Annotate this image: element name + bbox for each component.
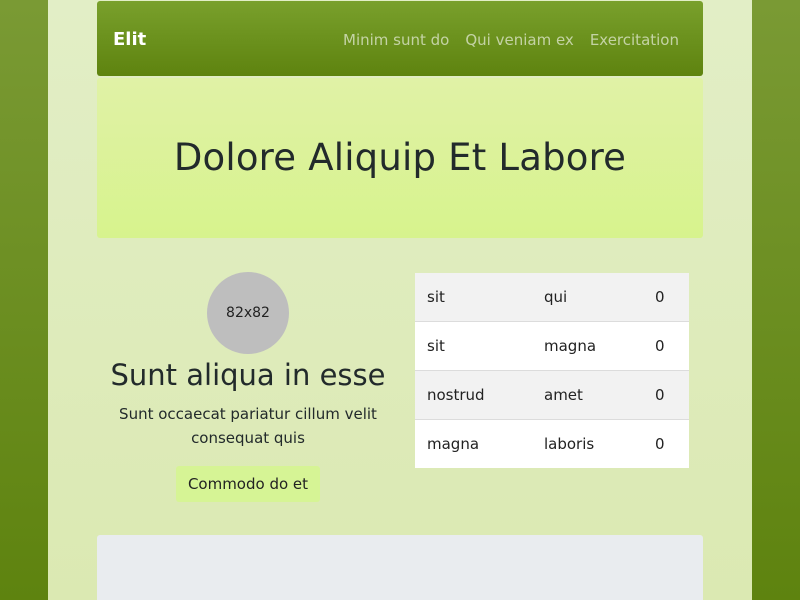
page-container: Elit Minim sunt do Qui veniam ex Exercit… bbox=[48, 0, 752, 600]
table-row: sit qui 0 bbox=[415, 273, 689, 322]
table-cell: sit bbox=[415, 321, 532, 371]
table-cell: 0 bbox=[643, 321, 689, 371]
nav-link-qui-veniam-ex[interactable]: Qui veniam ex bbox=[465, 30, 573, 50]
table-row: sit magna 0 bbox=[415, 321, 689, 371]
table-row: magna laboris 0 bbox=[415, 419, 689, 468]
profile-description: Sunt occaecat pariatur cillum velit cons… bbox=[119, 405, 377, 447]
table-cell: magna bbox=[415, 419, 532, 468]
nav-link-exercitation[interactable]: Exercitation bbox=[590, 30, 679, 50]
hero-banner: Dolore Aliquip Et Labore bbox=[97, 78, 703, 238]
table-cell: nostrud bbox=[415, 370, 532, 420]
table-cell: amet bbox=[532, 370, 643, 420]
nav-link-minim-sunt-do[interactable]: Minim sunt do bbox=[343, 30, 449, 50]
table-cell: qui bbox=[532, 273, 643, 322]
profile-card: 82x82 Sunt aliqua in esse Sunt occaecat … bbox=[106, 272, 390, 502]
table-cell: sit bbox=[415, 273, 532, 322]
navbar: Elit Minim sunt do Qui veniam ex Exercit… bbox=[97, 1, 703, 76]
table-cell: magna bbox=[532, 321, 643, 371]
nav-links: Minim sunt do Qui veniam ex Exercitation bbox=[343, 30, 679, 50]
table-cell: 0 bbox=[643, 419, 689, 468]
table-cell: 0 bbox=[643, 370, 689, 420]
table-cell: laboris bbox=[532, 419, 643, 468]
table-row: nostrud amet 0 bbox=[415, 370, 689, 420]
table-cell: 0 bbox=[643, 273, 689, 322]
brand-link[interactable]: Elit bbox=[113, 29, 146, 51]
hero-title: Dolore Aliquip Et Labore bbox=[173, 135, 627, 179]
bottom-panel bbox=[97, 535, 703, 600]
avatar-placeholder: 82x82 bbox=[207, 272, 289, 354]
data-table: sit qui 0 sit magna 0 nostrud amet 0 mag… bbox=[415, 273, 689, 468]
commodo-button[interactable]: Commodo do et bbox=[175, 466, 321, 502]
profile-title: Sunt aliqua in esse bbox=[110, 358, 386, 392]
